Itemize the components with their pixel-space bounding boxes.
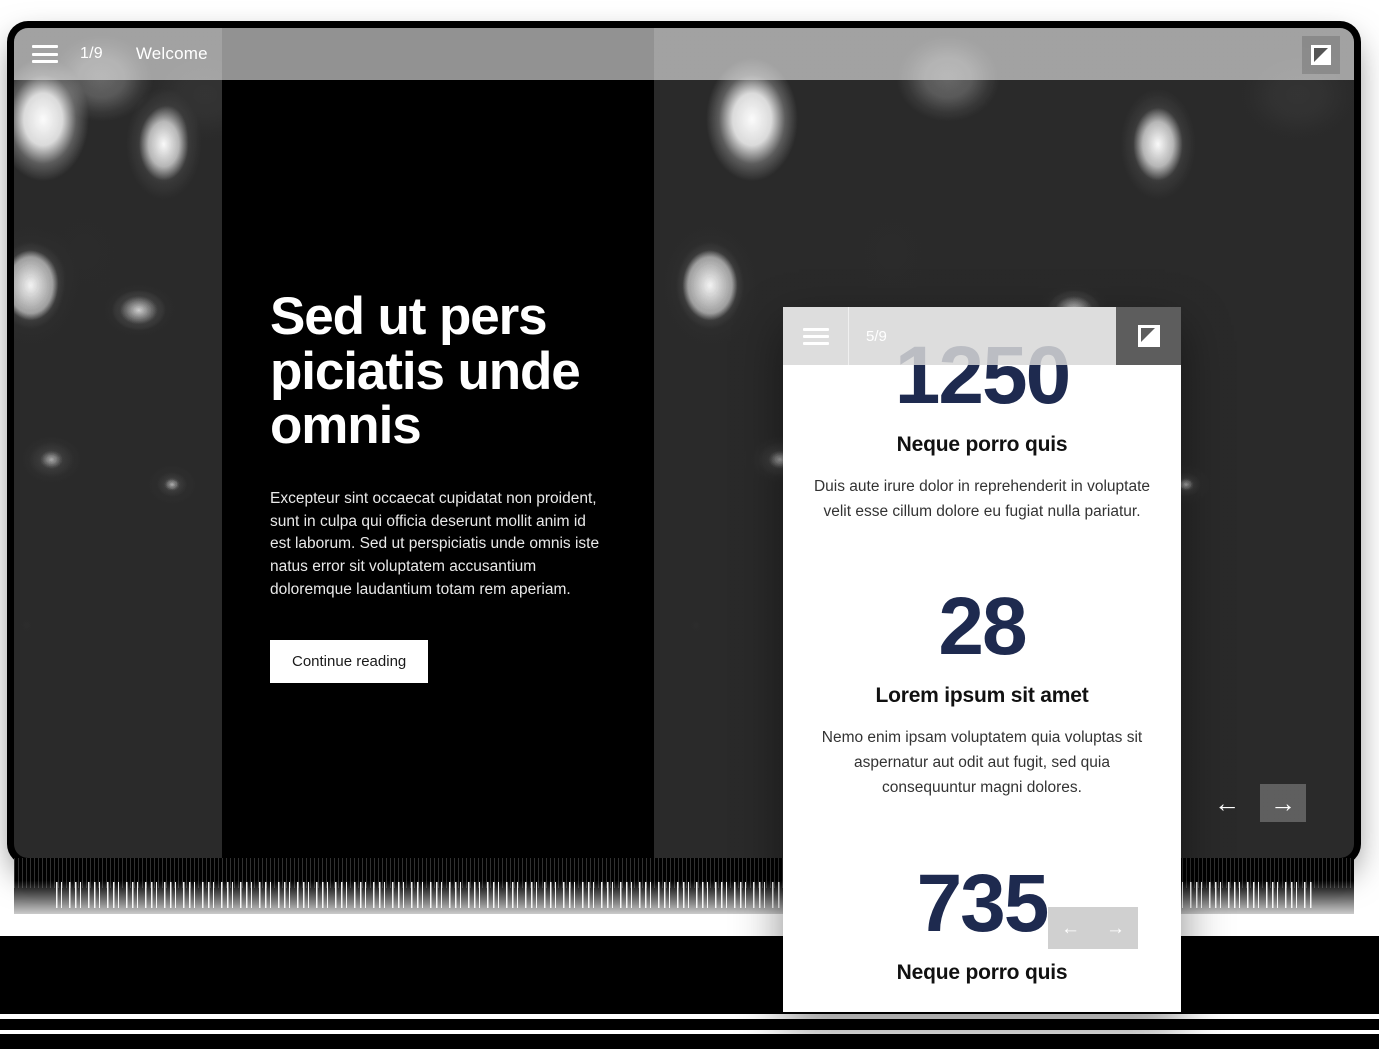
phone-topbar: 5/9 [783, 307, 1181, 365]
slide-counter: 1/9 [80, 45, 103, 62]
topbar-divider [848, 307, 849, 365]
hero-body-text: Excepteur sint occaecat cupidatat non pr… [270, 489, 600, 598]
laptop-base-gap [0, 1019, 1379, 1030]
phone-mockup: 1250 Neque porro quis Duis aute irure do… [783, 307, 1181, 1012]
expand-fullscreen-icon[interactable] [1302, 36, 1340, 74]
hero-heading: Sed ut pers piciatis unde omnis [270, 287, 581, 456]
hero-content: Sed ut pers piciatis unde omnis Excepteu… [270, 287, 620, 683]
slide-counter: 5/9 [866, 327, 887, 345]
phone-content: 1250 Neque porro quis Duis aute irure do… [783, 307, 1181, 1002]
phone-slide-nav: ← → [1048, 907, 1138, 949]
page-title: Welcome [135, 44, 208, 63]
hamburger-bar [803, 334, 829, 338]
hamburger-menu-icon[interactable] [32, 45, 58, 63]
laptop-foot [0, 1034, 1379, 1049]
expand-glyph [1311, 45, 1331, 65]
continue-reading-button[interactable]: Continue reading [270, 639, 429, 683]
hamburger-bar [32, 45, 58, 48]
hero-photo-left [14, 28, 222, 858]
arrow-left-icon[interactable]: ← [1214, 790, 1240, 816]
hamburger-menu-icon[interactable] [803, 327, 829, 345]
hamburger-bar [32, 52, 58, 56]
stat-block: 28 Lorem ipsum sit amet Nemo enim ipsam … [783, 586, 1181, 800]
hamburger-bar [32, 60, 58, 63]
stat-heading: Neque porro quis [896, 433, 1068, 456]
stat-text: Nemo enim ipsam voluptatem quia voluptas… [821, 729, 1143, 797]
stat-number: 28 [938, 581, 1027, 673]
hamburger-bar [803, 327, 829, 331]
stat-text: Duis aute irure dolor in reprehenderit i… [813, 478, 1151, 521]
hamburger-bar [803, 341, 829, 345]
arrow-left-icon[interactable]: ← [1061, 919, 1080, 938]
desktop-slide-nav: ← → [1214, 784, 1306, 822]
desktop-topbar: 1/9 Welcome [14, 28, 1354, 80]
arrow-right-icon[interactable]: → [1106, 919, 1125, 938]
arrow-right-icon[interactable]: → [1260, 784, 1306, 822]
stat-heading: Neque porro quis [896, 960, 1068, 984]
stat-heading: Lorem ipsum sit amet [875, 684, 1089, 708]
expand-fullscreen-icon[interactable] [1116, 307, 1181, 365]
expand-glyph [1137, 325, 1160, 347]
